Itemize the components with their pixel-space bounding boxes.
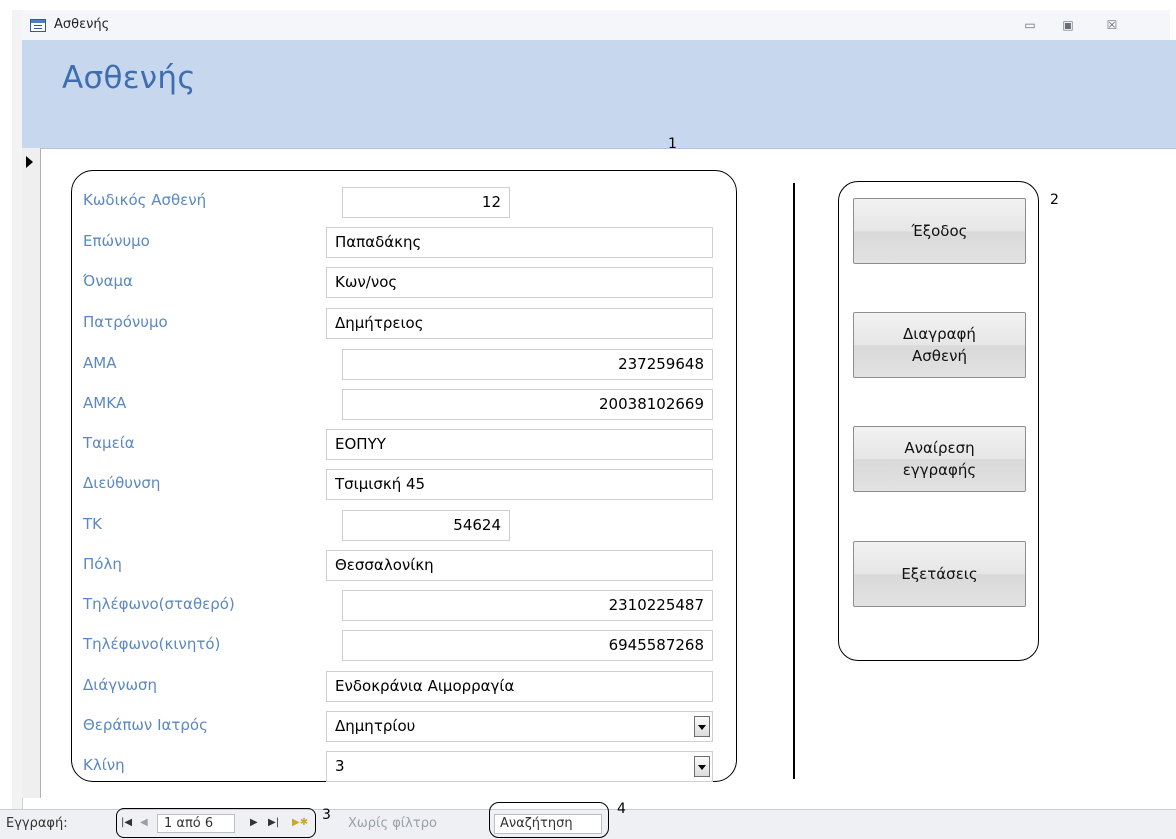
window-title: Ασθενής bbox=[54, 17, 110, 32]
annotation-number-2: 2 bbox=[1050, 192, 1059, 208]
label-mobile-phone: Τηλέφωνο(κινητό) bbox=[83, 635, 221, 653]
patient-code-field[interactable]: 12 bbox=[342, 187, 510, 218]
label-amka: ΑΜΚΑ bbox=[83, 394, 127, 412]
ama-field[interactable]: 237259648 bbox=[342, 349, 713, 380]
annotation-number-1: 1 bbox=[668, 136, 677, 152]
attending-doctor-value: Δημητρίου bbox=[335, 717, 416, 735]
label-insurance-fund: Ταμεία bbox=[83, 434, 135, 452]
label-ama: ΑΜΑ bbox=[83, 354, 117, 372]
attending-doctor-combo[interactable]: Δημητρίου bbox=[326, 711, 713, 742]
form-icon bbox=[30, 19, 46, 32]
annotation-number-3: 3 bbox=[322, 807, 331, 823]
label-fathers-name: Πατρόνυμο bbox=[83, 313, 168, 331]
annotation-box-navigation bbox=[116, 808, 316, 838]
exams-button[interactable]: Εξετάσεις bbox=[853, 541, 1026, 607]
mobile-phone-field[interactable]: 6945587268 bbox=[342, 630, 713, 661]
form-header: Ασθενής bbox=[22, 40, 1176, 149]
vertical-divider bbox=[793, 183, 795, 779]
page-title: Ασθενής bbox=[62, 60, 196, 96]
minimize-icon[interactable]: ▭ bbox=[1018, 16, 1042, 34]
label-first-name: Όναμα bbox=[83, 272, 133, 290]
window-titlebar: Ασθενής ▭ ▣ ☒ bbox=[22, 10, 1170, 41]
bed-dropdown-arrow-icon[interactable] bbox=[694, 756, 710, 777]
label-patient-code: Κωδικός Ασθενή bbox=[83, 191, 207, 209]
record-selector[interactable] bbox=[22, 148, 41, 798]
postal-code-field[interactable]: 54624 bbox=[342, 510, 510, 541]
label-attending-doctor: Θεράπων Ιατρός bbox=[83, 716, 208, 734]
label-landline-phone: Τηλέφωνο(σταθερό) bbox=[83, 595, 235, 613]
annotation-box-search bbox=[489, 802, 609, 838]
close-icon[interactable]: ☒ bbox=[1100, 16, 1124, 34]
label-postal-code: ΤΚ bbox=[83, 515, 102, 533]
insurance-fund-field[interactable]: ΕΟΠΥΥ bbox=[326, 429, 713, 460]
label-address: Διεύθυνση bbox=[83, 474, 161, 492]
undo-record-button[interactable]: Αναίρεση εγγραφής bbox=[853, 426, 1026, 492]
annotation-number-4: 4 bbox=[617, 801, 626, 817]
restore-icon[interactable]: ▣ bbox=[1056, 16, 1080, 34]
city-field[interactable]: Θεσσαλονίκη bbox=[326, 550, 713, 581]
delete-patient-button[interactable]: Διαγραφή Ασθενή bbox=[853, 312, 1026, 378]
address-field[interactable]: Τσιμισκή 45 bbox=[326, 469, 713, 500]
current-record-arrow-icon bbox=[26, 156, 33, 168]
label-surname: Επώνυμο bbox=[83, 232, 150, 250]
amka-field[interactable]: 20038102669 bbox=[342, 389, 713, 420]
bed-value: 3 bbox=[335, 757, 345, 775]
fathers-name-field[interactable]: Δημήτρειος bbox=[326, 308, 713, 339]
record-label: Εγγραφή: bbox=[6, 816, 68, 831]
surname-field[interactable]: Παπαδάκης bbox=[326, 227, 713, 258]
label-city: Πόλη bbox=[83, 555, 122, 573]
no-filter-indicator[interactable]: Χωρίς φίλτρο bbox=[348, 816, 437, 831]
diagnosis-field[interactable]: Ενδοκράνια Αιμορραγία bbox=[326, 671, 713, 702]
label-bed: Κλίνη bbox=[83, 756, 125, 774]
bed-combo[interactable]: 3 bbox=[326, 751, 713, 782]
doctor-dropdown-arrow-icon[interactable] bbox=[694, 716, 710, 737]
exit-button[interactable]: Έξοδος bbox=[853, 198, 1026, 264]
first-name-field[interactable]: Κων/νος bbox=[326, 267, 713, 298]
landline-phone-field[interactable]: 2310225487 bbox=[342, 590, 713, 621]
label-diagnosis: Διάγνωση bbox=[83, 676, 158, 694]
